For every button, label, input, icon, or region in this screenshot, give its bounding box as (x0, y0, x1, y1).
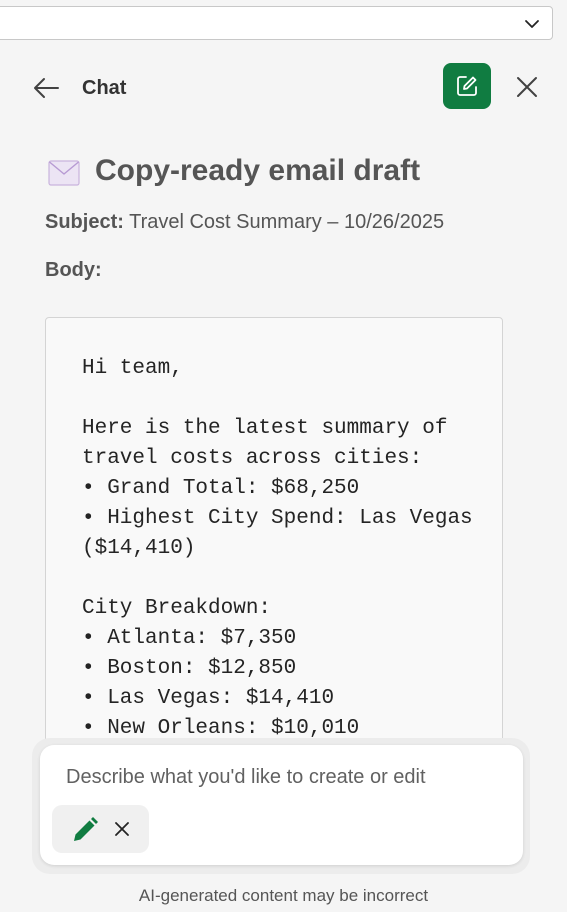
close-icon[interactable] (114, 821, 130, 837)
edit-mode-chip[interactable] (52, 805, 149, 853)
subject-line: Subject: Travel Cost Summary – 10/26/202… (45, 211, 444, 234)
top-dropdown[interactable] (0, 6, 553, 40)
ai-disclaimer: AI-generated content may be incorrect (138, 886, 429, 905)
subject-value: Travel Cost Summary – 10/26/2025 (129, 211, 445, 233)
envelope-icon (48, 160, 80, 186)
composer (40, 745, 523, 865)
pencil-icon[interactable] (71, 816, 99, 844)
chevron-down-icon (525, 20, 539, 28)
body-label: Body: (45, 259, 102, 281)
header-title: Chat (82, 77, 127, 99)
chat-header: Chat (0, 60, 567, 116)
draft-title: Copy-ready email draft (95, 154, 421, 187)
compose-icon (457, 76, 477, 96)
email-body-text: Hi team, Here is the latest summary of t… (82, 357, 473, 740)
back-arrow-icon[interactable] (32, 76, 60, 100)
subject-label: Subject: (45, 211, 124, 233)
new-chat-button[interactable] (443, 63, 491, 109)
close-icon[interactable] (516, 76, 538, 98)
email-body-block[interactable]: Hi team, Here is the latest summary of t… (45, 317, 503, 747)
prompt-input[interactable] (64, 765, 498, 790)
